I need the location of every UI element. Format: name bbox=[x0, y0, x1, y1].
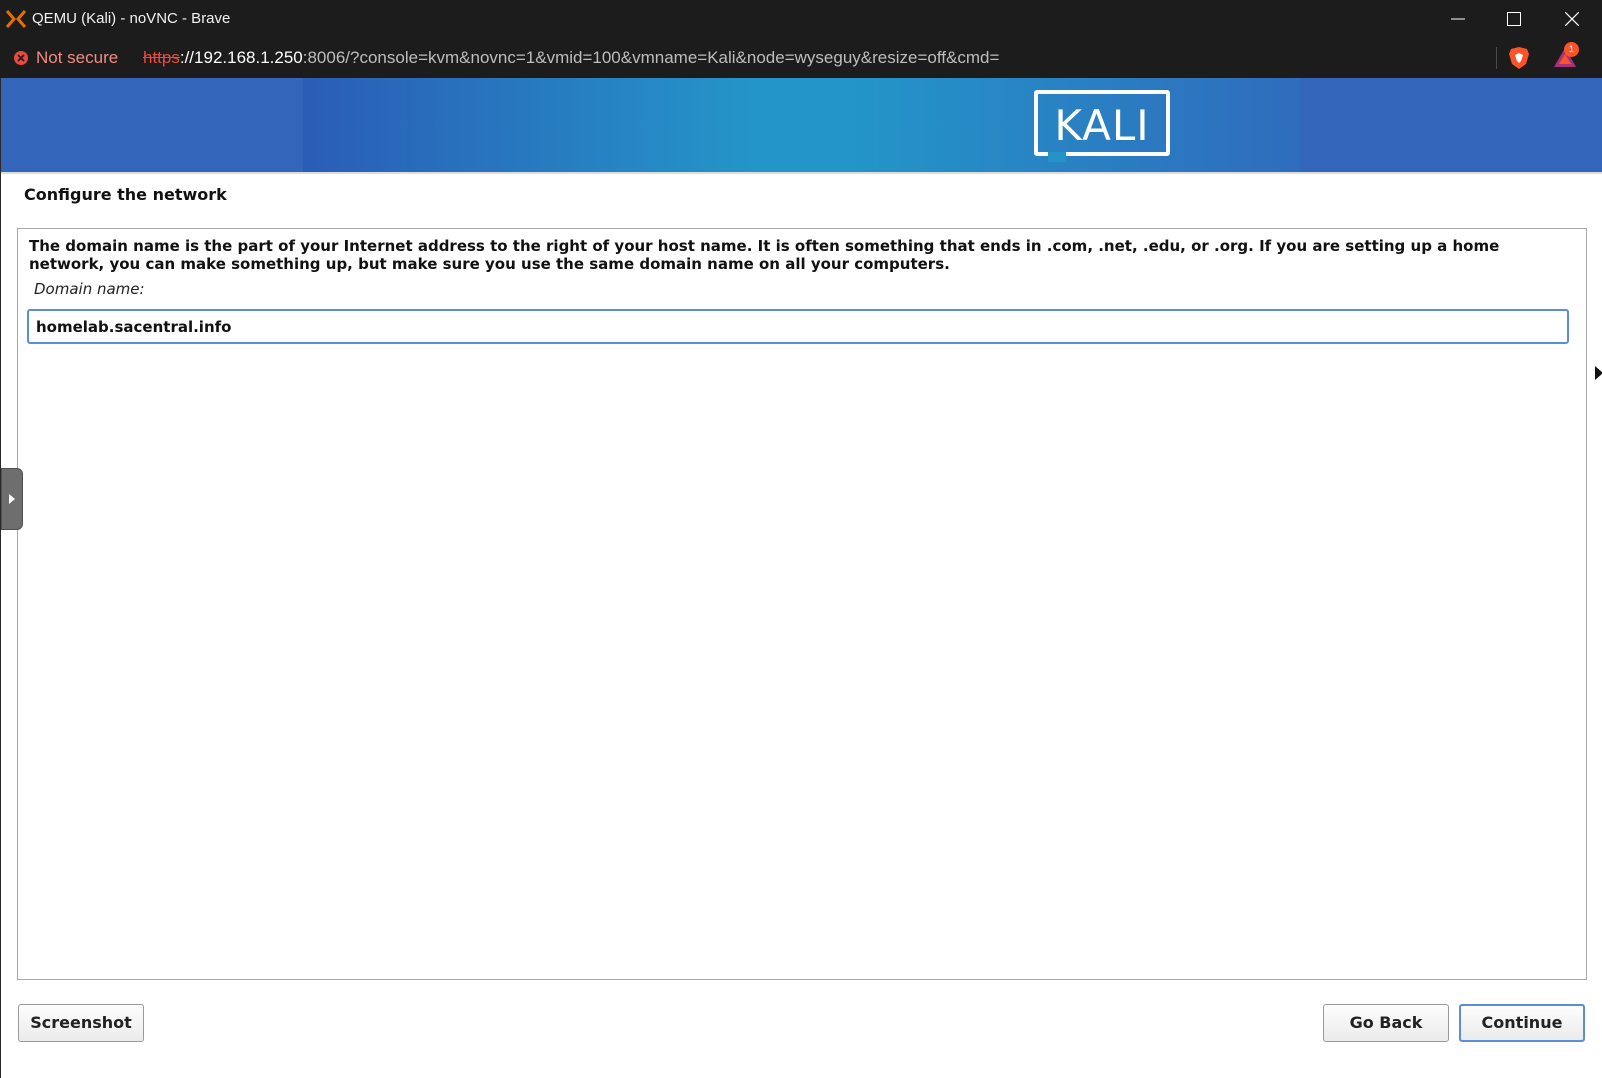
url-host: ://192.168.1.250 bbox=[179, 48, 303, 67]
banner-gradient: KALI bbox=[303, 78, 1301, 172]
banner-divider bbox=[1, 172, 1602, 174]
not-secure-label[interactable]: Not secure bbox=[36, 48, 118, 68]
mouse-cursor-icon bbox=[1595, 366, 1602, 380]
minimize-button[interactable] bbox=[1430, 0, 1486, 38]
question-panel: The domain name is the part of your Inte… bbox=[17, 228, 1587, 980]
maximize-icon bbox=[1507, 12, 1521, 26]
url-text[interactable]: https://192.168.1.250:8006/?console=kvm&… bbox=[143, 48, 999, 68]
rewards-badge: 1 bbox=[1564, 42, 1579, 57]
kali-logo: KALI bbox=[1034, 90, 1170, 162]
address-bar[interactable]: Not secure https://192.168.1.250:8006/?c… bbox=[0, 38, 1602, 78]
step-title: Configure the network bbox=[24, 185, 227, 204]
brave-shields-icon[interactable] bbox=[1508, 46, 1530, 70]
not-secure-icon[interactable] bbox=[13, 50, 29, 66]
continue-button[interactable]: Continue bbox=[1459, 1004, 1585, 1042]
address-bar-divider bbox=[1496, 47, 1497, 69]
kali-logo-notch bbox=[1048, 152, 1066, 162]
domain-description: The domain name is the part of your Inte… bbox=[29, 237, 1500, 273]
close-icon bbox=[1565, 12, 1579, 26]
screenshot-button[interactable]: Screenshot bbox=[18, 1004, 144, 1042]
kali-logo-text: KALI bbox=[1054, 101, 1150, 150]
maximize-button[interactable] bbox=[1486, 0, 1542, 38]
domain-name-input[interactable] bbox=[27, 309, 1569, 344]
domain-name-label: Domain name: bbox=[34, 280, 145, 298]
minimize-icon bbox=[1451, 18, 1465, 20]
chevron-right-icon bbox=[9, 494, 15, 504]
url-path: :8006/?console=kvm&novnc=1&vmid=100&vmna… bbox=[302, 48, 1000, 67]
close-button[interactable] bbox=[1544, 0, 1600, 38]
installer-banner: KALI bbox=[1, 78, 1602, 172]
novnc-control-bar-handle[interactable] bbox=[1, 468, 23, 530]
proxmox-x-icon bbox=[5, 10, 27, 28]
go-back-button[interactable]: Go Back bbox=[1323, 1004, 1449, 1042]
url-scheme: https bbox=[143, 48, 180, 67]
browser-title-bar: QEMU (Kali) - noVNC - Brave bbox=[0, 0, 1602, 38]
window-title: QEMU (Kali) - noVNC - Brave bbox=[32, 10, 231, 27]
vnc-console[interactable]: KALI Configure the network The domain na… bbox=[0, 78, 1602, 1078]
